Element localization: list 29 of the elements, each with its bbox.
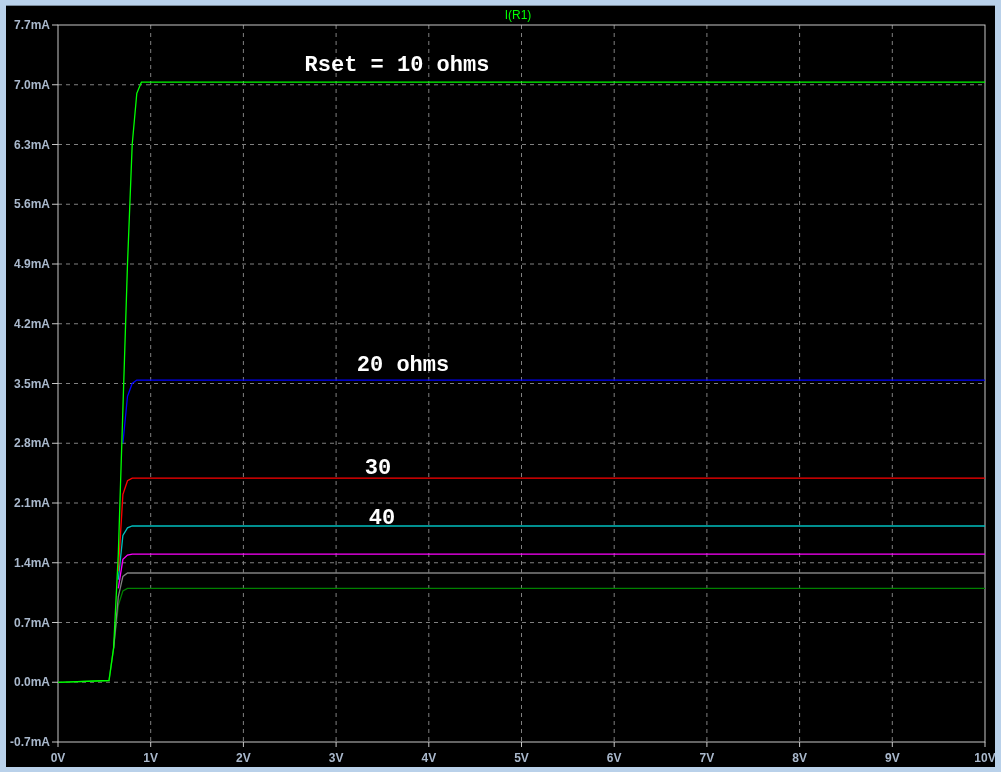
- x-tick-label: 7V: [699, 751, 715, 765]
- x-tick-label: 8V: [792, 751, 807, 765]
- plot-annotation: Rset = 10 ohms: [304, 53, 490, 78]
- plot-annotation: 20 ohms: [356, 353, 450, 378]
- y-tick-label: 1.4mA: [13, 555, 50, 570]
- y-tick-label: 7.0mA: [13, 77, 50, 92]
- plot-annotation: 40: [368, 506, 396, 531]
- x-tick-label: 4V: [421, 751, 437, 765]
- y-tick-label: 6.3mA: [13, 137, 50, 152]
- x-tick-label: 9V: [884, 751, 900, 765]
- y-tick-label: 2.8mA: [13, 436, 50, 451]
- x-tick-label: 6V: [606, 751, 622, 765]
- x-tick-label: 10V: [974, 751, 995, 765]
- x-tick-label: 1V: [143, 751, 159, 765]
- y-tick-label: 4.9mA: [13, 257, 50, 271]
- y-tick-label: -0.7mA: [10, 735, 50, 749]
- y-tick-label: 2.1mA: [13, 496, 50, 510]
- y-tick-label: 5.6mA: [13, 197, 50, 212]
- y-tick-label: 7.7mA: [13, 18, 50, 32]
- plot-annotation: 30: [364, 456, 392, 481]
- y-tick-label: 0.0mA: [13, 675, 50, 690]
- y-tick-label: 4.2mA: [13, 316, 50, 331]
- x-tick-label: 2V: [236, 751, 251, 765]
- trace-label[interactable]: I(R1): [504, 8, 532, 22]
- y-tick-label: 3.5mA: [13, 376, 50, 391]
- y-tick-label: 0.7mA: [13, 615, 50, 630]
- x-tick-label: 3V: [328, 751, 344, 765]
- x-tick-label: 5V: [514, 751, 529, 765]
- x-tick-label: 0V: [50, 751, 66, 765]
